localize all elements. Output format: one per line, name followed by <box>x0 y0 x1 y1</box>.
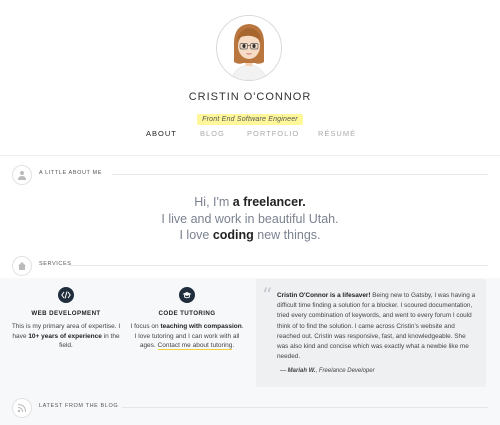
service-web-development: WEB DEVELOPMENT This is my primary area … <box>8 287 124 351</box>
profile-name: CRISTIN O'CONNOR <box>188 91 312 103</box>
quote-icon: “ <box>262 283 273 307</box>
home-icon <box>12 256 32 276</box>
rss-icon <box>12 398 32 418</box>
contact-tutoring-link[interactable]: Contact me about tutoring <box>157 342 233 351</box>
services-section-header: SERVICES <box>12 256 488 276</box>
blog-section-header: LATEST FROM THE BLOG <box>12 398 488 418</box>
nav-blog[interactable]: BLOG <box>200 129 225 138</box>
services-section-title: SERVICES <box>39 261 72 267</box>
nav-about[interactable]: ABOUT <box>146 129 177 138</box>
profile-role-badge: Front End Software Engineer <box>197 114 303 125</box>
nav-resume[interactable]: RÉSUMÉ <box>318 129 356 138</box>
person-icon <box>12 165 32 185</box>
section-rule <box>70 265 488 266</box>
service-title: WEB DEVELOPMENT <box>31 310 101 317</box>
testimonial-text: Cristin O'Connor is a lifesaver! Being n… <box>277 292 476 361</box>
service-description: This is my primary area of expertise. I … <box>11 323 121 350</box>
intro-text: Hi, I'm a freelancer. I live and work in… <box>0 194 500 244</box>
service-title: CODE TUTORING <box>158 310 216 317</box>
intro-line-3: I love coding new things. <box>179 228 321 242</box>
code-icon <box>58 287 74 303</box>
avatar <box>216 15 282 81</box>
blog-section-title: LATEST FROM THE BLOG <box>39 403 119 409</box>
testimonial-card: “ Cristin O'Connor is a lifesaver! Being… <box>256 279 486 387</box>
avatar-illustration <box>217 16 281 80</box>
about-section-header: A LITTLE ABOUT ME <box>12 165 488 185</box>
service-description: I focus on teaching with compassion. I l… <box>130 323 244 351</box>
header-divider <box>0 155 500 156</box>
section-rule <box>122 407 488 408</box>
section-rule <box>112 174 488 175</box>
nav-portfolio[interactable]: PORTFOLIO <box>247 129 299 138</box>
about-section-title: A LITTLE ABOUT ME <box>39 170 102 176</box>
intro-line-2: I live and work in beautiful Utah. <box>161 211 339 226</box>
service-code-tutoring: CODE TUTORING I focus on teaching with c… <box>129 287 245 351</box>
intro-line-1: Hi, I'm a freelancer. <box>194 195 306 209</box>
testimonial-author: — Mariah W., Freelance Developer <box>280 368 375 374</box>
graduation-cap-icon <box>179 287 195 303</box>
